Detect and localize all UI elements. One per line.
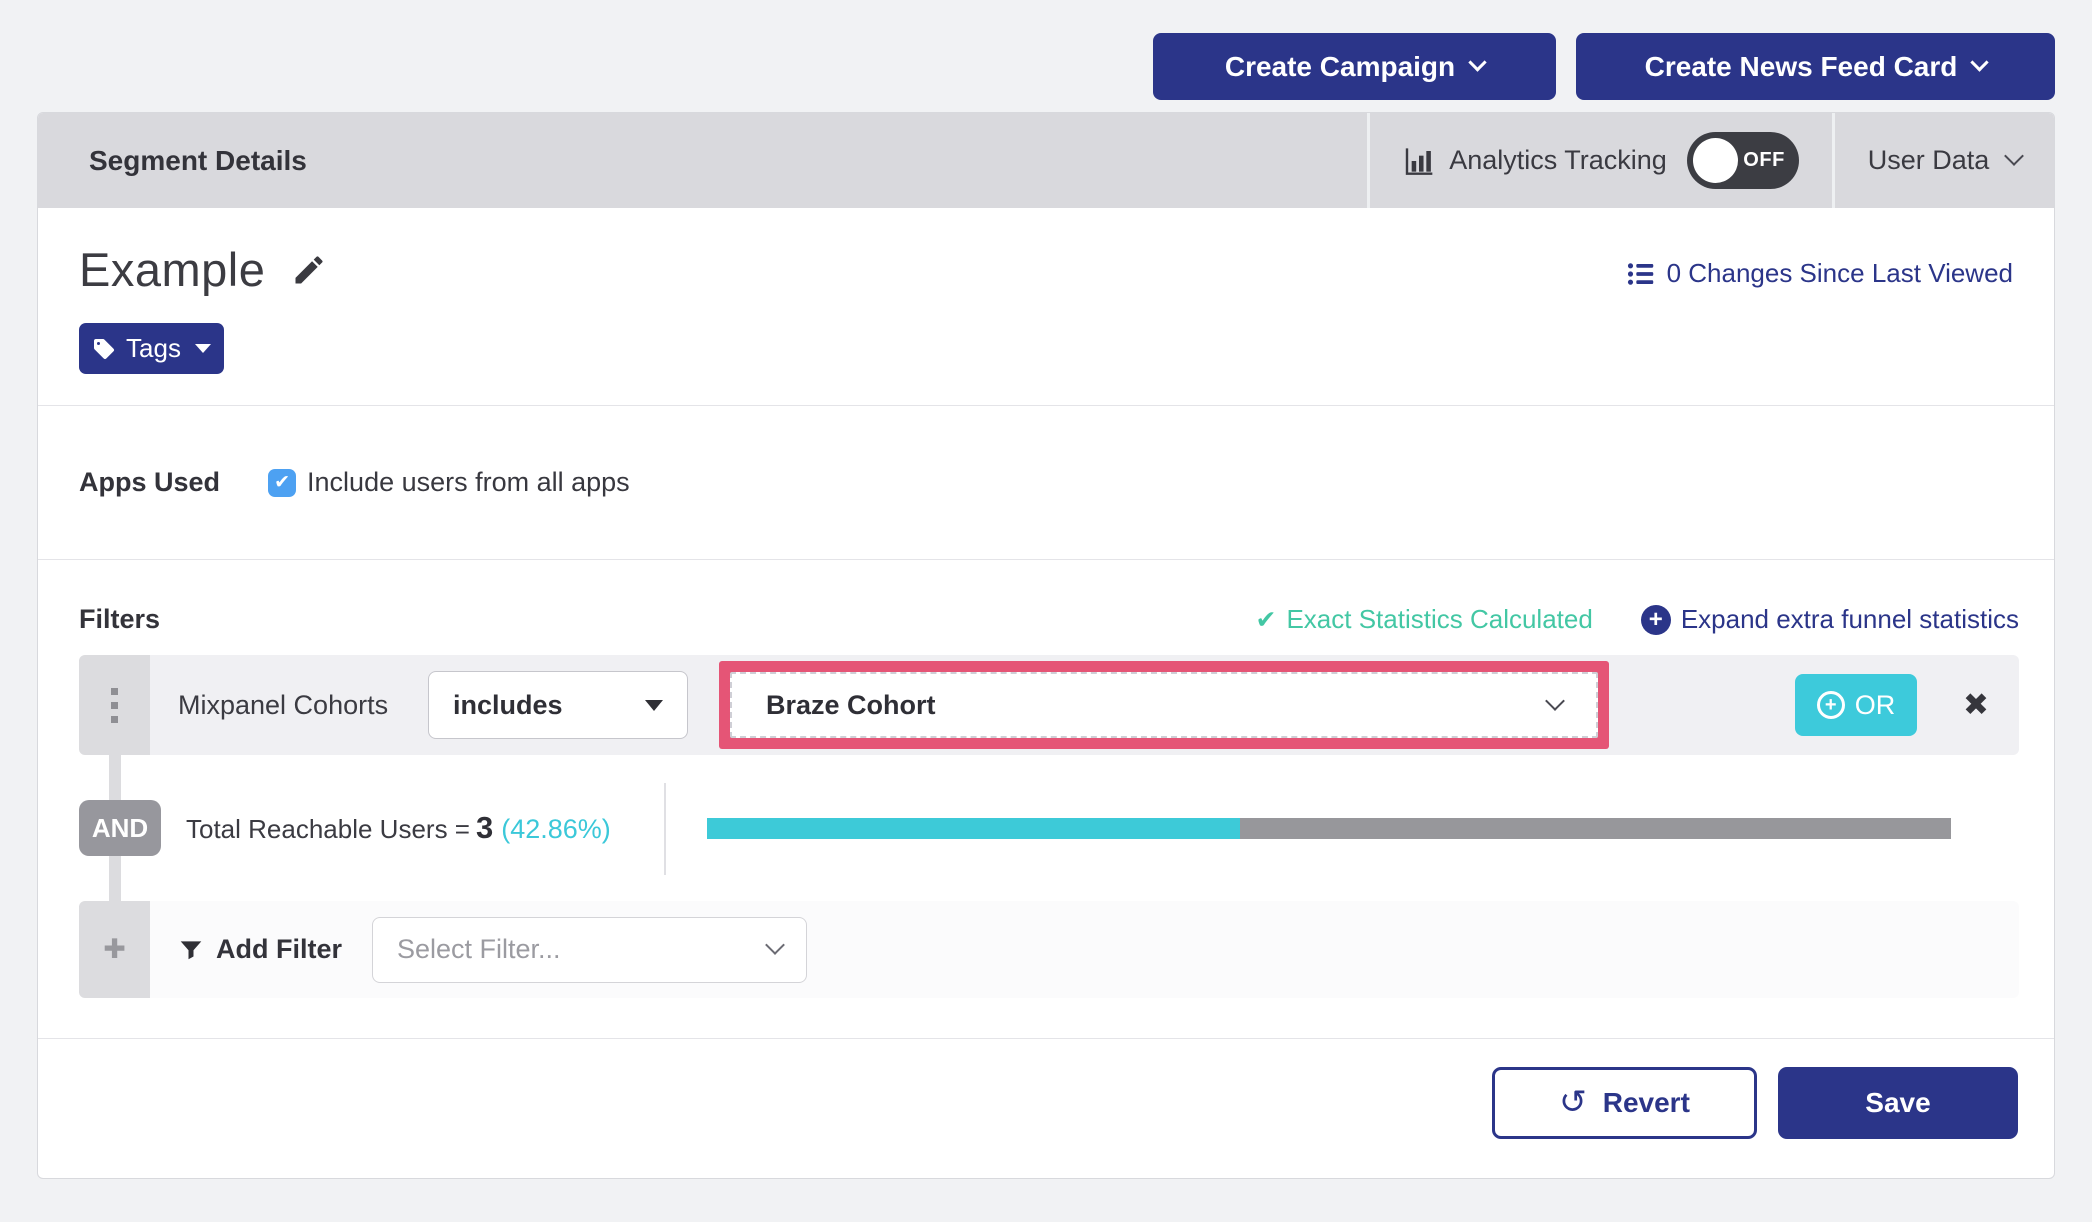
add-filter-row: ✚ Add Filter Select Filter... (79, 901, 2019, 998)
top-action-bar: Create Campaign Create News Feed Card (0, 0, 2092, 112)
expand-funnel-statistics-link[interactable]: + Expand extra funnel statistics (1641, 604, 2019, 635)
grip-dot (111, 688, 118, 695)
exact-statistics-status: ✔ Exact Statistics Calculated (1256, 604, 1593, 635)
chevron-down-icon (765, 935, 785, 955)
create-campaign-label: Create Campaign (1225, 51, 1455, 83)
filter-value: Braze Cohort (766, 690, 936, 721)
grip-dot (111, 702, 118, 709)
panel-title: Segment Details (38, 113, 1367, 208)
chevron-down-icon (1468, 53, 1486, 71)
changes-since-last-viewed-link[interactable]: 0 Changes Since Last Viewed (1627, 258, 2013, 289)
caret-down-icon (645, 700, 663, 711)
plus-circle-icon: + (1641, 605, 1671, 635)
funnel-icon (178, 937, 204, 963)
create-campaign-button[interactable]: Create Campaign (1153, 33, 1556, 100)
or-button-label: OR (1855, 690, 1896, 721)
filters-section: Filters ✔ Exact Statistics Calculated + … (38, 560, 2054, 1038)
panel-header: Segment Details Analytics Tracking OFF U… (38, 113, 2054, 208)
progress-fill (707, 818, 1240, 839)
check-icon: ✔ (1256, 605, 1277, 635)
select-filter-placeholder: Select Filter... (397, 934, 561, 965)
revert-button[interactable]: ↺ Revert (1492, 1067, 1757, 1139)
toggle-state-label: OFF (1743, 149, 1785, 172)
chevron-down-icon (2004, 146, 2024, 166)
chevron-down-icon (1545, 691, 1565, 711)
statistics-row: AND Total Reachable Users = 3 (42.86%) (79, 755, 2019, 901)
filter-field-label: Mixpanel Cohorts (178, 690, 401, 721)
total-reachable-users: Total Reachable Users = 3 (42.86%) (186, 810, 611, 846)
tags-label: Tags (126, 333, 181, 364)
include-all-apps-label: Include users from all apps (307, 467, 630, 498)
reachable-label: Total Reachable Users = (186, 814, 470, 845)
analytics-tracking-toggle[interactable]: OFF (1687, 132, 1799, 189)
revert-label: Revert (1603, 1087, 1690, 1119)
segment-details-panel: Segment Details Analytics Tracking OFF U… (37, 112, 2055, 1179)
user-data-label: User Data (1868, 145, 1990, 176)
create-news-feed-label: Create News Feed Card (1645, 51, 1958, 83)
changes-link-label: 0 Changes Since Last Viewed (1667, 258, 2013, 289)
create-news-feed-card-button[interactable]: Create News Feed Card (1576, 33, 2055, 100)
exact-statistics-label: Exact Statistics Calculated (1286, 604, 1592, 635)
filter-value-select[interactable]: Braze Cohort (730, 672, 1598, 738)
remove-filter-icon[interactable]: ✖ (1963, 687, 1989, 723)
toggle-knob (1693, 138, 1738, 183)
reachable-percent: (42.86%) (501, 814, 611, 845)
drag-handle[interactable] (79, 655, 150, 755)
bar-chart-icon (1403, 145, 1435, 177)
save-button[interactable]: Save (1778, 1067, 2018, 1139)
tag-icon (92, 337, 116, 361)
filter-operator-value: includes (453, 690, 563, 721)
caret-down-icon (195, 344, 211, 353)
chevron-down-icon (1971, 53, 1989, 71)
user-data-dropdown[interactable]: User Data (1832, 113, 2054, 208)
save-label: Save (1865, 1087, 1930, 1118)
tags-button[interactable]: Tags (79, 323, 224, 374)
apps-used-section: Apps Used ✔ Include users from all apps (38, 406, 2054, 559)
segment-title-section: Example 0 Changes Since Last Viewed Tags (38, 208, 2054, 405)
undo-icon: ↺ (1559, 1082, 1587, 1121)
and-badge: AND (79, 800, 161, 856)
segment-name: Example (79, 242, 265, 297)
filter-row: Mixpanel Cohorts includes Braze Cohort +… (79, 655, 2019, 755)
actions-section: ↺ Revert Save (38, 1039, 2054, 1178)
reachable-count: 3 (476, 810, 493, 846)
expand-funnel-statistics-label: Expand extra funnel statistics (1681, 604, 2019, 635)
grip-dot (111, 716, 118, 723)
filters-heading: Filters (79, 604, 1256, 635)
add-filter-label: Add Filter (216, 934, 342, 965)
vertical-divider (664, 783, 666, 875)
analytics-tracking-label: Analytics Tracking (1449, 145, 1667, 176)
add-or-condition-button[interactable]: + OR (1795, 674, 1917, 736)
select-filter-dropdown[interactable]: Select Filter... (372, 917, 807, 983)
analytics-tracking-section: Analytics Tracking OFF (1367, 113, 1832, 208)
include-all-apps-checkbox[interactable]: ✔ (268, 469, 296, 497)
reachable-users-progress-bar (707, 818, 1951, 839)
add-filter-strip[interactable]: ✚ (79, 901, 150, 998)
apps-used-label: Apps Used (79, 467, 220, 498)
filter-operator-select[interactable]: includes (428, 671, 688, 739)
list-icon (1627, 260, 1655, 288)
plus-icon: ✚ (103, 934, 126, 965)
highlight-outline: Braze Cohort (719, 661, 1609, 749)
edit-pencil-icon[interactable] (291, 252, 327, 288)
plus-circle-icon: + (1817, 691, 1845, 719)
